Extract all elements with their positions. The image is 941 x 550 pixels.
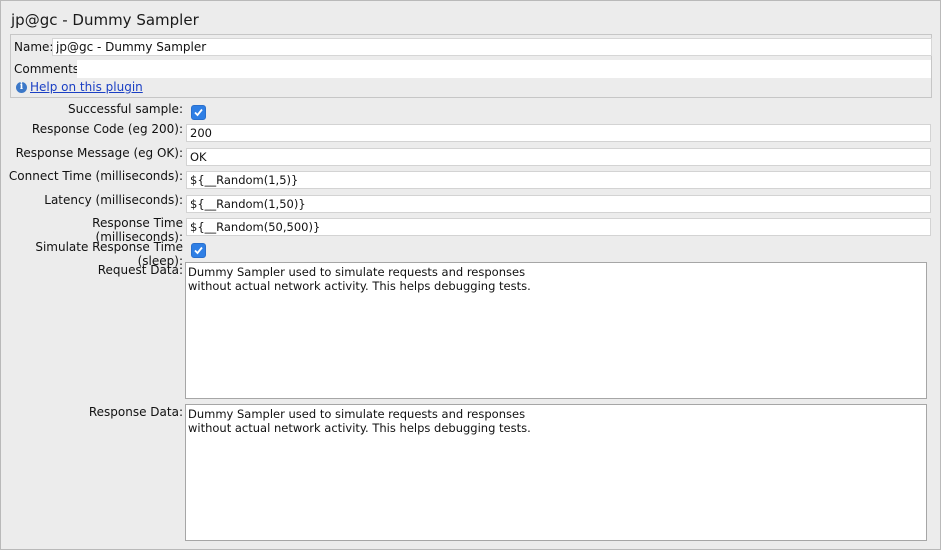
connect-time-field[interactable]: ${__Random(1,5)} — [186, 171, 931, 189]
connect-time-label: Connect Time (milliseconds): — [8, 169, 183, 183]
response-time-field[interactable]: ${__Random(50,500)} — [186, 218, 931, 236]
request-data-label: Request Data: — [97, 263, 183, 277]
help-link[interactable]: Help on this plugin — [30, 80, 143, 94]
panel-title: jp@gc - Dummy Sampler — [11, 11, 199, 29]
simulate-response-time-checkbox[interactable] — [191, 243, 206, 258]
checkmark-icon — [194, 246, 203, 255]
comments-label: Comments: — [14, 62, 84, 76]
comments-field[interactable] — [77, 60, 931, 78]
response-code-field[interactable]: 200 — [186, 124, 931, 142]
latency-label: Latency (milliseconds): — [44, 193, 183, 207]
response-data-label: Response Data: — [88, 405, 183, 419]
latency-field[interactable]: ${__Random(1,50)} — [186, 195, 931, 213]
response-data-textarea[interactable]: Dummy Sampler used to simulate requests … — [185, 404, 927, 541]
name-label: Name: — [14, 40, 54, 54]
request-data-textarea[interactable]: Dummy Sampler used to simulate requests … — [185, 262, 927, 399]
successful-sample-checkbox[interactable] — [191, 105, 206, 120]
response-message-label: Response Message (eg OK): — [15, 146, 183, 160]
name-field[interactable] — [52, 38, 932, 56]
info-icon: i — [16, 82, 27, 93]
sampler-panel: jp@gc - Dummy Sampler Name: Comments: i … — [0, 0, 941, 550]
name-comments-group: Name: Comments: i Help on this plugin — [10, 34, 932, 98]
successful-sample-label: Successful sample: — [68, 102, 183, 116]
response-message-field[interactable]: OK — [186, 148, 931, 166]
response-code-label: Response Code (eg 200): — [31, 122, 183, 136]
checkmark-icon — [194, 108, 203, 117]
